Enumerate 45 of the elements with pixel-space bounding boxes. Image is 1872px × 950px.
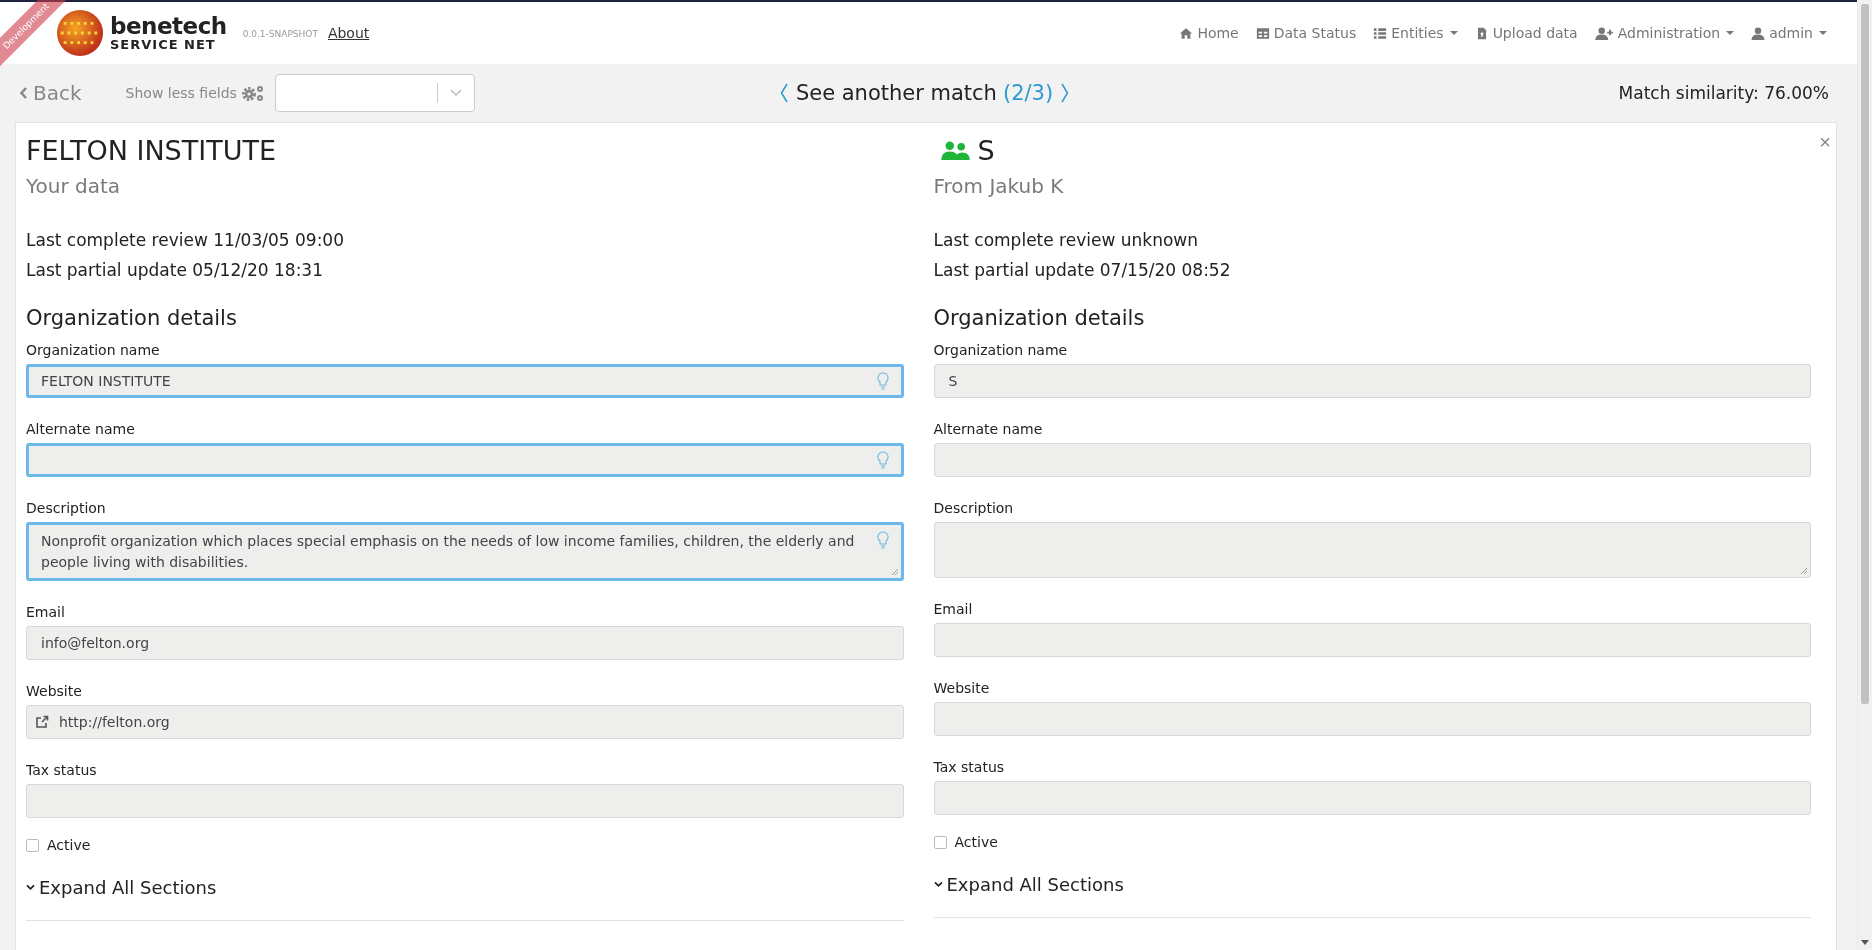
review-date: Last complete review unknown: [933, 230, 1199, 250]
record-source: From Jakub K: [933, 174, 1065, 198]
input-field[interactable]: http://felton.org: [26, 705, 904, 739]
field-label: Email: [933, 601, 974, 617]
field-label: Organization name: [26, 342, 161, 358]
field-label: Description: [26, 500, 107, 516]
nav-link[interactable]: Entities: [1373, 25, 1458, 41]
section-heading: Organization details: [933, 306, 1146, 330]
field-label: Tax status: [933, 759, 1006, 775]
input-field[interactable]: FELTON INSTITUTE: [26, 364, 904, 398]
field-label: Organization name: [933, 342, 1069, 358]
field-label: Tax status: [26, 762, 98, 778]
brand-name[interactable]: benetech: [110, 15, 227, 38]
record-source: Your data: [26, 174, 122, 198]
review-date: Last complete review 11/03/05 09:00: [26, 230, 345, 250]
expand-sections-link[interactable]: Expand All Sections: [933, 874, 1811, 895]
field-label: Email: [26, 604, 66, 620]
field-label: Alternate name: [26, 421, 136, 437]
nav-link[interactable]: admin: [1751, 25, 1827, 41]
section-heading: Organization details: [26, 306, 238, 330]
field-label: Website: [26, 683, 83, 699]
checkbox-label: Active: [47, 837, 91, 853]
about-link[interactable]: About: [327, 25, 370, 41]
update-date: Last partial update 07/15/20 08:52: [933, 260, 1232, 280]
record-title: FELTON INSTITUTE: [26, 134, 276, 166]
nav-link[interactable]: Home: [1179, 25, 1239, 41]
close-button[interactable]: ×: [1819, 131, 1831, 154]
input-field[interactable]: info@felton.org: [26, 626, 904, 660]
nav-link[interactable]: Data Status: [1255, 25, 1357, 41]
nav-link[interactable]: Administration: [1594, 25, 1735, 41]
match-counter: (2/3): [1002, 81, 1054, 105]
version-label: 0.0.1-SNAPSHOT: [242, 29, 318, 39]
checkbox-label: Active: [954, 834, 998, 850]
record-title: S: [977, 134, 995, 166]
text-area[interactable]: Nonprofit organization which places special emphasis on the needs of low income families, children, the elderly and people living with disabilities.: [26, 522, 904, 581]
update-date: Last partial update 05/12/20 18:31: [26, 260, 324, 280]
nav-link[interactable]: Upload data: [1474, 25, 1578, 41]
input-field[interactable]: S: [933, 364, 1811, 398]
expand-sections-link[interactable]: Expand All Sections: [26, 877, 904, 898]
field-label: Alternate name: [933, 421, 1044, 437]
field-label: Website: [933, 680, 991, 696]
match-navigation-label: See another match: [795, 81, 997, 105]
brand-subtitle: SERVICE NET: [110, 38, 217, 51]
match-similarity: Match similarity: 76.00%: [1618, 83, 1829, 103]
field-label: Description: [933, 500, 1015, 516]
